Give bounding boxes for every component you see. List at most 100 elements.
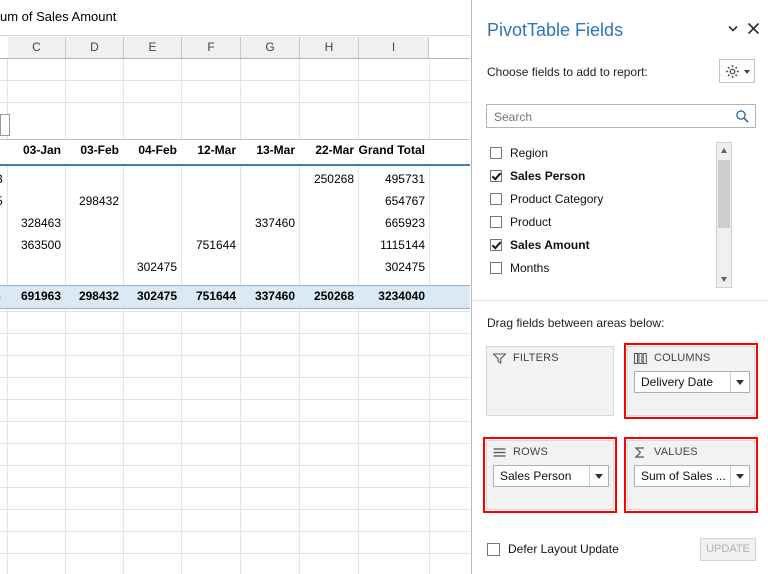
choose-fields-label: Choose fields to add to report: (487, 65, 648, 79)
gridline-h (0, 553, 470, 554)
area-filters[interactable]: FILTERS (486, 346, 614, 416)
row-cell: 328463 (20, 216, 61, 230)
gridline-v (299, 59, 300, 574)
search-input[interactable] (492, 107, 726, 127)
row-cell: 751644 (195, 238, 236, 252)
field-checkbox[interactable] (490, 193, 502, 205)
row-cell: 298432 (78, 194, 119, 208)
column-header-d[interactable]: D (66, 37, 124, 58)
gridline-h (0, 399, 470, 400)
area-rows[interactable]: ROWS Sales Person (486, 440, 614, 510)
search-icon (735, 109, 749, 123)
pivot-col-header: 03-Jan (22, 143, 61, 157)
chip-label: Delivery Date (641, 375, 714, 389)
field-item-months[interactable]: Months (486, 257, 726, 280)
gridline-h (0, 311, 470, 312)
pivottable-fields-pane: PivotTable Fields Choose fields to add t… (471, 0, 768, 574)
pivot-col-header: 03-Feb (80, 143, 119, 157)
scroll-up-button[interactable] (717, 143, 731, 158)
gridline-h (0, 333, 470, 334)
gridline-v (358, 59, 359, 574)
columns-icon (634, 353, 647, 364)
field-checkbox[interactable] (490, 170, 502, 182)
chip-dropdown-icon[interactable] (730, 466, 749, 486)
field-label: Months (510, 261, 550, 275)
gridline-h (0, 80, 470, 81)
pivot-col-header: 13-Mar (256, 143, 295, 157)
pane-divider (472, 300, 768, 301)
scroll-down-button[interactable] (717, 272, 731, 287)
column-header-i[interactable]: I (359, 37, 429, 58)
column-header-row: C D E F G H I (0, 37, 470, 59)
field-checkbox[interactable] (490, 262, 502, 274)
row-cell: 363500 (20, 238, 61, 252)
area-title-rows: ROWS (513, 446, 549, 458)
close-icon[interactable] (746, 22, 760, 36)
grand-total-cell: 250268 (313, 289, 354, 303)
chip-sales-person[interactable]: Sales Person (493, 465, 609, 487)
row-cell: 337460 (254, 216, 295, 230)
field-item-product-category[interactable]: Product Category (486, 188, 726, 211)
row-cell: 250268 (313, 172, 354, 186)
field-label: Region (510, 146, 549, 160)
sheet-grid[interactable]: 03-Jan 03-Feb 04-Feb 12-Mar 13-Mar 22-Ma… (0, 59, 470, 574)
field-label: Product Category (510, 192, 604, 206)
sigma-icon (634, 447, 647, 458)
field-list-tools-button[interactable] (719, 59, 755, 83)
drag-fields-label: Drag fields between areas below: (487, 316, 665, 330)
chip-dropdown-icon[interactable] (589, 466, 608, 486)
chip-label: Sum of Sales ... (641, 469, 726, 483)
defer-layout-update-label: Defer Layout Update (508, 542, 619, 556)
row-cell: 3 (0, 169, 8, 190)
rows-icon (493, 447, 506, 458)
update-button[interactable]: UPDATE (700, 538, 756, 561)
field-item-product[interactable]: Product (486, 211, 726, 234)
field-checkbox[interactable] (490, 239, 502, 251)
field-checkbox[interactable] (490, 147, 502, 159)
column-header-e[interactable]: E (124, 37, 182, 58)
pivot-col-header: 12-Mar (197, 143, 236, 157)
field-item-region[interactable]: Region (486, 142, 726, 165)
area-columns[interactable]: COLUMNS Delivery Date (627, 346, 755, 416)
gridline-h (0, 355, 470, 356)
pivot-col-header: Grand Total (358, 143, 425, 157)
column-header-f[interactable]: F (182, 37, 241, 58)
column-header-g[interactable]: G (241, 37, 300, 58)
defer-layout-update-checkbox[interactable] (487, 543, 500, 556)
field-label: Sales Person (510, 169, 586, 183)
scrollbar-thumb[interactable] (718, 160, 730, 228)
grand-total-cell: 337460 (254, 289, 295, 303)
column-header-c[interactable]: C (8, 37, 66, 58)
pivot-col-header: 22-Mar (315, 143, 354, 157)
row-cell: 665923 (384, 216, 425, 230)
search-field-container[interactable] (486, 104, 756, 128)
chevron-up-icon (721, 148, 727, 153)
chevron-down-icon (744, 70, 750, 74)
formula-bar[interactable]: um of Sales Amount (0, 0, 470, 36)
filter-icon (492, 353, 507, 364)
area-title-columns: COLUMNS (654, 352, 711, 364)
field-list-scrollbar[interactable] (716, 142, 732, 288)
grand-total-cell: 302475 (136, 289, 177, 303)
field-checkbox[interactable] (490, 216, 502, 228)
column-header-h[interactable]: H (300, 37, 359, 58)
chevron-down-icon[interactable] (726, 22, 740, 36)
gear-icon (725, 64, 740, 79)
field-item-sales-amount[interactable]: Sales Amount (486, 234, 726, 257)
chip-dropdown-icon[interactable] (730, 372, 749, 392)
gridline-h (0, 421, 470, 422)
gridline-h (0, 102, 470, 103)
row-cell: 302475 (136, 260, 177, 274)
gridline-v (240, 59, 241, 574)
gridline-v (65, 59, 66, 574)
chip-delivery-date[interactable]: Delivery Date (634, 371, 750, 393)
area-title-filters: FILTERS (513, 352, 559, 364)
grand-total-cell: 691963 (20, 289, 61, 303)
field-item-sales-person[interactable]: Sales Person (486, 165, 726, 188)
gridline-h (0, 487, 470, 488)
gridline-h (0, 443, 470, 444)
chip-sum-of-sales-amount[interactable]: Sum of Sales ... (634, 465, 750, 487)
gridline-v (181, 59, 182, 574)
pivot-corner-cell[interactable] (0, 114, 10, 136)
area-values[interactable]: VALUES Sum of Sales ... (627, 440, 755, 510)
